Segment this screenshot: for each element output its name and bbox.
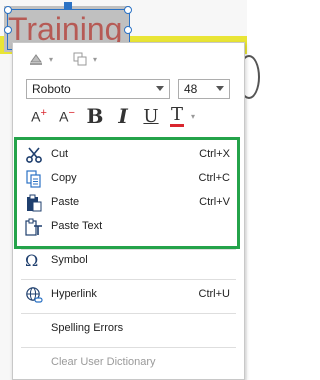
- grow-font-button[interactable]: A+: [25, 103, 53, 129]
- underline-icon: U: [143, 105, 159, 127]
- paste-text-icon: [25, 218, 43, 236]
- italic-button[interactable]: I: [109, 103, 137, 129]
- resize-handle[interactable]: [4, 6, 12, 14]
- bold-icon: B: [86, 104, 104, 128]
- menu-item-shortcut: Ctrl+C: [198, 172, 230, 184]
- menu-item-paste[interactable]: Paste Ctrl+V: [13, 191, 244, 215]
- copy-icon: [25, 170, 43, 188]
- font-color-button[interactable]: T: [165, 103, 189, 129]
- chevron-down-icon[interactable]: ▾: [191, 112, 195, 121]
- menu-item-label: Spelling Errors: [51, 322, 124, 334]
- menu-item-shortcut: Ctrl+V: [199, 196, 230, 208]
- mini-toolbar-row: ▾ ▾: [27, 47, 97, 71]
- font-size-select[interactable]: 48: [178, 79, 230, 99]
- italic-icon: I: [118, 104, 128, 128]
- font-size-value: 48: [184, 82, 198, 96]
- shrink-font-icon: A−: [59, 107, 75, 125]
- chevron-down-icon[interactable]: ▾: [93, 55, 97, 64]
- resize-handle[interactable]: [124, 6, 132, 14]
- underline-button[interactable]: U: [137, 103, 165, 129]
- bold-button[interactable]: B: [81, 103, 109, 129]
- context-menu: ▾ ▾ Roboto 48 A+ A− B I U T ▾ Cut Ctrl+X…: [12, 42, 245, 380]
- paste-format-icon[interactable]: [71, 50, 89, 68]
- grow-font-icon: A+: [31, 107, 47, 125]
- paste-icon: [25, 194, 43, 212]
- menu-item-shortcut: Ctrl+U: [198, 288, 230, 300]
- menu-item-copy[interactable]: Copy Ctrl+C: [13, 167, 244, 191]
- font-family-value: Roboto: [32, 82, 71, 96]
- menu-item-label: Clear User Dictionary: [51, 356, 156, 368]
- menu-item-symbol[interactable]: Ω Symbol: [13, 249, 244, 273]
- menu-separator: [21, 313, 236, 314]
- menu-item-label: Copy: [51, 172, 77, 184]
- menu-separator: [21, 279, 236, 280]
- menu-item-label: Hyperlink: [51, 288, 97, 300]
- menu-item-label: Paste Text: [51, 220, 103, 232]
- menu-item-shortcut: Ctrl+X: [199, 148, 230, 160]
- resize-handle[interactable]: [4, 26, 12, 34]
- shape-fill-icon[interactable]: [27, 50, 45, 68]
- menu-item-label: Symbol: [51, 254, 88, 266]
- scissors-icon: [25, 146, 43, 164]
- menu-item-spelling-errors[interactable]: Spelling Errors: [13, 317, 244, 341]
- format-row: A+ A− B I U T ▾: [25, 103, 195, 129]
- font-color-icon: T: [169, 103, 184, 127]
- resize-handle[interactable]: [64, 2, 72, 10]
- chevron-down-icon: [216, 86, 224, 91]
- chevron-down-icon[interactable]: ▾: [49, 55, 53, 64]
- omega-icon: Ω: [25, 251, 39, 270]
- globe-link-icon: [25, 286, 43, 304]
- menu-item-label: Paste: [51, 196, 80, 208]
- shrink-font-button[interactable]: A−: [53, 103, 81, 129]
- menu-item-paste-text[interactable]: Paste Text: [13, 215, 244, 239]
- menu-item-label: Cut: [51, 148, 69, 160]
- menu-item-clear-user-dictionary[interactable]: Clear User Dictionary: [13, 351, 244, 375]
- font-family-select[interactable]: Roboto: [26, 79, 170, 99]
- chevron-down-icon: [156, 86, 164, 91]
- menu-separator: [21, 347, 236, 348]
- menu-item-hyperlink[interactable]: Hyperlink Ctrl+U: [13, 283, 244, 307]
- resize-handle[interactable]: [124, 26, 132, 34]
- menu-item-cut[interactable]: Cut Ctrl+X: [13, 143, 244, 167]
